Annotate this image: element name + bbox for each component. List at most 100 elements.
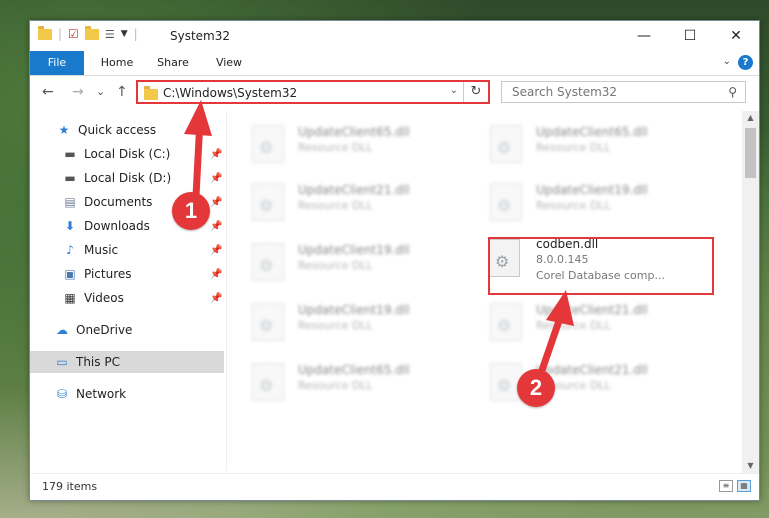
file-item[interactable]: UpdateClient21.dll Resource DLL bbox=[230, 173, 460, 229]
address-path[interactable]: C:\Windows\System32 bbox=[163, 86, 297, 100]
properties-icon[interactable]: ☑ bbox=[68, 27, 79, 41]
file-name: UpdateClient21.dll bbox=[298, 183, 410, 197]
minimize-button[interactable]: — bbox=[621, 21, 667, 51]
file-type: Resource DLL bbox=[536, 319, 611, 332]
dll-file-icon bbox=[490, 303, 522, 341]
search-input[interactable] bbox=[510, 84, 714, 100]
scroll-up-icon[interactable]: ▲ bbox=[742, 111, 759, 125]
pin-icon[interactable]: 📌 bbox=[210, 293, 222, 304]
search-box[interactable]: ⚲ bbox=[501, 81, 746, 103]
forward-button[interactable]: → bbox=[72, 84, 84, 100]
file-type: Resource DLL bbox=[298, 199, 373, 212]
file-name: UpdateClient65.dll bbox=[298, 125, 410, 139]
file-name: UpdateClient65.dll bbox=[536, 125, 648, 139]
file-item[interactable]: UpdateClient21.dll Resource DLL bbox=[468, 293, 698, 349]
window-title: System32 bbox=[170, 29, 231, 43]
computer-icon: ▭ bbox=[56, 355, 68, 369]
file-item[interactable]: UpdateClient65.dll Resource DLL bbox=[468, 115, 698, 171]
dll-file-icon bbox=[252, 243, 284, 281]
sidebar-item-label: Network bbox=[76, 387, 127, 401]
close-button[interactable]: ✕ bbox=[713, 21, 759, 51]
details-view-icon[interactable]: ≡ bbox=[719, 480, 733, 492]
sidebar-item-label: Downloads bbox=[84, 219, 150, 233]
scroll-thumb[interactable] bbox=[745, 128, 756, 178]
file-item[interactable]: UpdateClient21.dll Resource DLL bbox=[468, 353, 698, 409]
address-dropdown-icon[interactable]: ⌄ bbox=[450, 85, 458, 96]
sidebar-item-quick-access[interactable]: ★ Quick access bbox=[56, 119, 157, 141]
cloud-icon: ☁ bbox=[56, 323, 68, 337]
tab-file[interactable]: File bbox=[30, 51, 84, 75]
dll-file-icon bbox=[490, 183, 522, 221]
file-item[interactable]: UpdateClient19.dll Resource DLL bbox=[468, 173, 698, 229]
file-item[interactable]: UpdateClient19.dll Resource DLL bbox=[230, 293, 460, 349]
sidebar-item-this-pc[interactable]: ▭ This PC bbox=[30, 351, 224, 373]
folder-icon bbox=[38, 25, 52, 40]
dll-file-icon bbox=[252, 303, 284, 341]
file-name: UpdateClient21.dll bbox=[536, 363, 648, 377]
sidebar-item-network[interactable]: ⛁ Network bbox=[54, 383, 126, 405]
drive-icon: ▬ bbox=[64, 171, 76, 185]
back-button[interactable]: ← bbox=[42, 84, 54, 100]
file-type: Resource DLL bbox=[536, 199, 611, 212]
pane-divider[interactable] bbox=[226, 111, 227, 471]
pin-icon[interactable]: 📌 bbox=[210, 173, 222, 184]
pin-icon[interactable]: 📌 bbox=[210, 197, 222, 208]
recent-locations-button[interactable]: ⌄ bbox=[96, 85, 105, 98]
file-item[interactable]: UpdateClient19.dll Resource DLL bbox=[230, 233, 460, 289]
separator: | bbox=[58, 27, 63, 41]
file-item[interactable]: UpdateClient65.dll Resource DLL bbox=[230, 353, 460, 409]
large-icons-view-icon[interactable]: ▦ bbox=[737, 480, 751, 492]
window-controls: — ☐ ✕ bbox=[621, 21, 759, 51]
sidebar-item-local-disk-c[interactable]: ▬ Local Disk (C:) bbox=[62, 143, 222, 165]
sidebar-item-label: Local Disk (C:) bbox=[84, 147, 171, 161]
view-toggle: ≡ ▦ bbox=[719, 480, 751, 492]
sidebar-item-videos[interactable]: ▦ Videos bbox=[62, 287, 124, 309]
refresh-button[interactable]: ↻ bbox=[463, 82, 488, 102]
sidebar-item-downloads[interactable]: ⬇ Downloads bbox=[62, 215, 150, 237]
separator: | bbox=[133, 27, 138, 41]
pin-icon[interactable]: 📌 bbox=[210, 221, 222, 232]
customize-icon[interactable]: ☰ bbox=[105, 28, 115, 41]
music-icon: ♪ bbox=[66, 243, 74, 257]
help-icon[interactable]: ? bbox=[738, 55, 753, 70]
tab-view[interactable]: View bbox=[204, 51, 254, 75]
sidebar-item-music[interactable]: ♪ Music bbox=[62, 239, 118, 261]
file-type: Resource DLL bbox=[298, 319, 373, 332]
sidebar-item-label: Music bbox=[84, 243, 119, 257]
pin-icon[interactable]: 📌 bbox=[210, 149, 222, 160]
documents-icon: ▤ bbox=[64, 195, 76, 209]
file-type: Resource DLL bbox=[298, 259, 373, 272]
file-name: UpdateClient19.dll bbox=[298, 243, 410, 257]
file-item[interactable]: UpdateClient65.dll Resource DLL bbox=[230, 115, 460, 171]
download-icon: ⬇ bbox=[64, 219, 76, 233]
new-folder-icon[interactable] bbox=[84, 25, 99, 40]
callout-badge-2: 2 bbox=[517, 369, 555, 407]
up-button[interactable]: ↑ bbox=[116, 84, 128, 100]
tab-share[interactable]: Share bbox=[148, 51, 198, 75]
file-highlight-box bbox=[488, 237, 714, 295]
navigation-pane: ★ Quick access ▬ Local Disk (C:) 📌 ▬ Loc… bbox=[30, 111, 224, 471]
sidebar-item-pictures[interactable]: ▣ Pictures bbox=[62, 263, 131, 285]
status-bar: 179 items ≡ ▦ bbox=[30, 473, 759, 500]
file-type: Resource DLL bbox=[298, 141, 373, 154]
pin-icon[interactable]: 📌 bbox=[210, 269, 222, 280]
sidebar-item-label: Quick access bbox=[78, 123, 157, 137]
sidebar-item-documents[interactable]: ▤ Documents bbox=[62, 191, 152, 213]
file-name: UpdateClient19.dll bbox=[298, 303, 410, 317]
dll-file-icon bbox=[252, 183, 284, 221]
sidebar-item-label: Videos bbox=[84, 291, 124, 305]
tab-home[interactable]: Home bbox=[92, 51, 142, 75]
vertical-scrollbar[interactable]: ▲ ▼ bbox=[742, 111, 759, 473]
pictures-icon: ▣ bbox=[64, 267, 76, 281]
scroll-down-icon[interactable]: ▼ bbox=[742, 459, 759, 473]
sidebar-item-local-disk-d[interactable]: ▬ Local Disk (D:) bbox=[62, 167, 171, 189]
expand-ribbon-icon[interactable]: ⌄ bbox=[723, 56, 731, 67]
qat-dropdown-icon[interactable]: ▼ bbox=[121, 29, 128, 39]
sidebar-item-onedrive[interactable]: ☁ OneDrive bbox=[54, 319, 132, 341]
address-bar[interactable]: C:\Windows\System32 ⌄ ↻ bbox=[136, 80, 490, 104]
pin-icon[interactable]: 📌 bbox=[210, 245, 222, 256]
file-name: UpdateClient65.dll bbox=[298, 363, 410, 377]
maximize-button[interactable]: ☐ bbox=[667, 21, 713, 51]
search-icon[interactable]: ⚲ bbox=[728, 85, 737, 99]
file-type: Resource DLL bbox=[298, 379, 373, 392]
